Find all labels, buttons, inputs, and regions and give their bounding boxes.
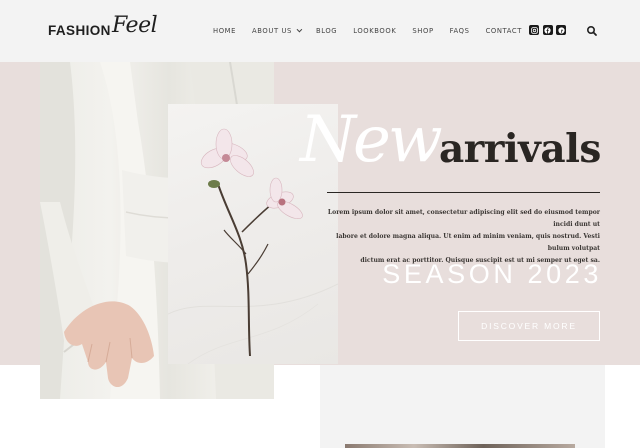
nav-home[interactable]: HOME [213, 27, 236, 35]
nav-about-us-label: ABOUT US [252, 27, 292, 35]
pinterest-icon[interactable] [556, 25, 566, 35]
nav-contact[interactable]: CONTACT [486, 27, 522, 35]
logo-script: Feel [112, 13, 158, 38]
logo[interactable]: FASHION Feel [48, 13, 178, 43]
logo-wordmark: FASHION [48, 23, 111, 38]
season-heading: SEASON 2023 [382, 259, 602, 289]
hero-description-line: labore et dolore magna aliqua. Ut enim a… [336, 233, 600, 252]
nav-shop[interactable]: SHOP [412, 27, 433, 35]
discover-more-button[interactable]: DISCOVER MORE [458, 311, 600, 341]
social-links [529, 25, 570, 35]
nav-faqs[interactable]: FAQS [450, 27, 470, 35]
nav-about-us[interactable]: ABOUT US [252, 26, 303, 35]
main-nav: HOME ABOUT US BLOG LOOKBOOK SHOP FAQS CO… [213, 25, 522, 37]
chevron-down-icon [296, 26, 303, 33]
instagram-icon[interactable] [529, 25, 539, 35]
hero-script-word: New [300, 103, 443, 177]
hero-description: Lorem ipsum dolor sit amet, consectetur … [322, 207, 600, 267]
hero-divider [327, 192, 600, 193]
hero-description-line: Lorem ipsum dolor sit amet, consectetur … [327, 209, 600, 228]
facebook-icon[interactable] [542, 25, 553, 35]
nav-blog[interactable]: BLOG [316, 27, 337, 35]
hero-title: arrivals [439, 126, 601, 172]
featured-image-edge [345, 444, 575, 448]
site-header: FASHION Feel HOME ABOUT US BLOG LOOKBOOK… [0, 0, 640, 62]
featured-panel [320, 365, 605, 448]
nav-lookbook[interactable]: LOOKBOOK [353, 27, 396, 35]
search-icon[interactable] [586, 24, 598, 36]
